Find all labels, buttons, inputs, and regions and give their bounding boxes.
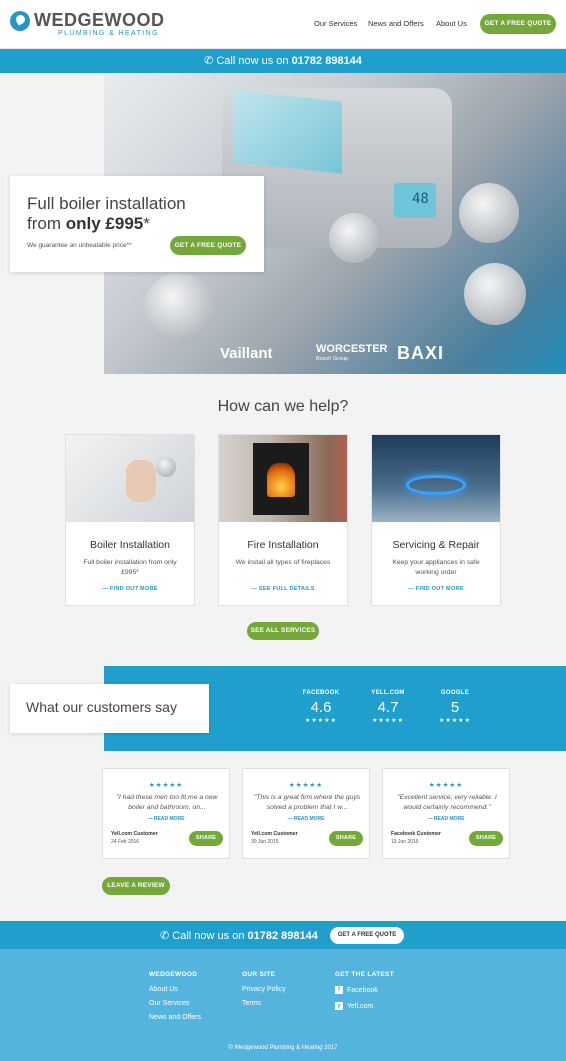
boiler-display: 48 <box>394 183 436 218</box>
review-date: 24 Feb 2016 <box>111 839 140 845</box>
review-author: Facebook Customer <box>391 831 441 837</box>
review-date: 30 Jun 2015 <box>251 839 279 845</box>
call-bar[interactable]: ✆ Call now us on 01782 898144 <box>0 49 566 73</box>
leave-review-button[interactable]: LEAVE A REVIEW <box>102 877 170 895</box>
review-card: ★★★★★ "Excellent service, very reliable.… <box>382 768 510 859</box>
star-icon: ★★★★★ <box>305 718 337 724</box>
footer-call-text[interactable]: ✆ Call now us on 01782 898144 <box>160 929 318 942</box>
footer-link-services[interactable]: Our Services <box>149 1000 189 1007</box>
boiler-knob <box>329 213 379 263</box>
review-date: 19 Jun 2015 <box>391 839 419 845</box>
footer-link-facebook[interactable]: f Facebook <box>335 986 378 994</box>
footer-link-yell[interactable]: y Yell.com <box>335 1002 373 1010</box>
footer-heading: GET THE LATEST <box>335 971 394 978</box>
hand-shape <box>126 460 156 502</box>
card-desc: We install all types of fireplaces <box>235 559 331 566</box>
share-button[interactable]: SHARE <box>329 831 363 846</box>
hero-heading-line2: from only £995* <box>27 214 150 233</box>
logo-name[interactable]: WEDGEWOOD <box>34 10 165 31</box>
footer-quote-button[interactable]: GET A FREE QUOTE <box>330 927 404 944</box>
site-header: WEDGEWOOD PLUMBING & HEATING Our Service… <box>0 0 566 49</box>
review-author: Yell.com Customer <box>251 831 298 837</box>
gas-flame-shape <box>406 475 466 495</box>
hero-offer-box: Full boiler installation from only £995*… <box>10 176 264 272</box>
read-more-link[interactable]: — READ MORE <box>103 816 229 822</box>
boiler-knob <box>459 183 519 243</box>
nav-news-offers[interactable]: News and Offers <box>368 19 424 28</box>
boiler-knob <box>464 263 526 325</box>
phone-icon: ✆ <box>160 930 170 942</box>
card-title: Fire Installation <box>247 539 319 551</box>
hero-subtext: We guarantee an unbeatable price** <box>27 242 132 249</box>
brand-baxi: BAXI <box>397 343 445 363</box>
call-prefix: Call now us on <box>216 55 289 67</box>
see-all-services-button[interactable]: SEE ALL SERVICES <box>247 622 319 640</box>
review-card: ★★★★★ "I had these men too fit me a new … <box>102 768 230 859</box>
share-button[interactable]: SHARE <box>469 831 503 846</box>
logo-icon[interactable] <box>10 11 30 31</box>
copyright: © Wedgewood Plumbing & Heating 2017 <box>228 1045 338 1051</box>
star-icon: ★★★★★ <box>148 782 184 789</box>
rating-yell[interactable]: YELL.COM 4.7 ★★★★★ <box>363 690 413 724</box>
call-phone[interactable]: 01782 898144 <box>292 55 362 67</box>
yell-icon: y <box>335 1002 343 1010</box>
star-icon: ★★★★★ <box>439 718 471 724</box>
star-icon: ★★★★★ <box>372 718 404 724</box>
rating-google[interactable]: GOOGLE 5 ★★★★★ <box>430 690 480 724</box>
card-title: Servicing & Repair <box>392 539 480 551</box>
thermostat-image <box>66 435 194 522</box>
footer-heading: WEDGEWOOD <box>149 971 198 978</box>
hero-quote-button[interactable]: GET A FREE QUOTE <box>170 236 246 255</box>
star-icon: ★★★★★ <box>428 782 464 789</box>
review-card: ★★★★★ "This is a great firm where the gu… <box>242 768 370 859</box>
service-card-fire[interactable]: Fire Installation We install all types o… <box>218 434 348 606</box>
nav-about-us[interactable]: About Us <box>436 19 467 28</box>
pressure-gauge <box>144 273 214 343</box>
review-text: "Excellent service, very reliable. I wou… <box>397 794 497 811</box>
fireplace-image <box>219 435 347 522</box>
service-card-boiler[interactable]: Boiler Installation Full boiler installa… <box>65 434 195 606</box>
rating-facebook[interactable]: FACEBOOK 4.6 ★★★★★ <box>296 690 346 724</box>
footer-link-privacy[interactable]: Privacy Policy <box>242 986 286 993</box>
boiler-lcd <box>234 90 342 174</box>
brand-worcester: WORCESTER <box>316 343 388 355</box>
card-link[interactable]: — FIND OUT MORE <box>372 586 500 592</box>
nav-our-services[interactable]: Our Services <box>314 19 357 28</box>
help-title: How can we help? <box>217 398 349 415</box>
card-desc: Keep your appliances in safe working ord… <box>392 559 480 576</box>
footer-link-about[interactable]: About Us <box>149 986 178 993</box>
logo-tagline: PLUMBING & HEATING <box>58 30 159 37</box>
flame-shape <box>267 463 295 497</box>
card-title: Boiler Installation <box>90 539 170 551</box>
gas-hob-image <box>372 435 500 522</box>
star-icon: ★★★★★ <box>288 782 324 789</box>
brand-bosch: Bosch Group <box>316 356 349 362</box>
read-more-link[interactable]: — READ MORE <box>243 816 369 822</box>
card-link[interactable]: — SEE FULL DETAILS <box>219 586 347 592</box>
review-text: "I had these men too fit me a new boiler… <box>116 794 218 811</box>
card-link[interactable]: — FIND OUT MORE <box>66 586 194 592</box>
share-button[interactable]: SHARE <box>189 831 223 846</box>
phone-icon: ✆ <box>204 55 214 67</box>
hero-heading-line1: Full boiler installation <box>27 194 186 213</box>
customers-title: What our customers say <box>26 699 177 715</box>
review-text: "This is a great firm where the guys sol… <box>253 794 361 811</box>
card-desc: Full boiler installation from only £995* <box>83 559 177 576</box>
footer-link-terms[interactable]: Terms <box>242 1000 261 1007</box>
read-more-link[interactable]: — READ MORE <box>383 816 509 822</box>
footer-link-news[interactable]: News and Offers <box>149 1014 201 1021</box>
facebook-icon: f <box>335 986 343 994</box>
site-footer: WEDGEWOOD About Us Our Services News and… <box>0 949 566 1061</box>
customers-title-box: What our customers say <box>10 684 209 733</box>
review-author: Yell.com Customer <box>111 831 158 837</box>
brand-vaillant: Vaillant <box>220 345 273 362</box>
dial-shape <box>156 457 176 477</box>
service-card-servicing[interactable]: Servicing & Repair Keep your appliances … <box>371 434 501 606</box>
display-value: 48 <box>412 191 429 207</box>
footer-heading: OUR SITE <box>242 971 276 978</box>
header-quote-button[interactable]: GET A FREE QUOTE <box>480 14 556 34</box>
footer-call-bar: ✆ Call now us on 01782 898144 GET A FREE… <box>0 921 566 949</box>
